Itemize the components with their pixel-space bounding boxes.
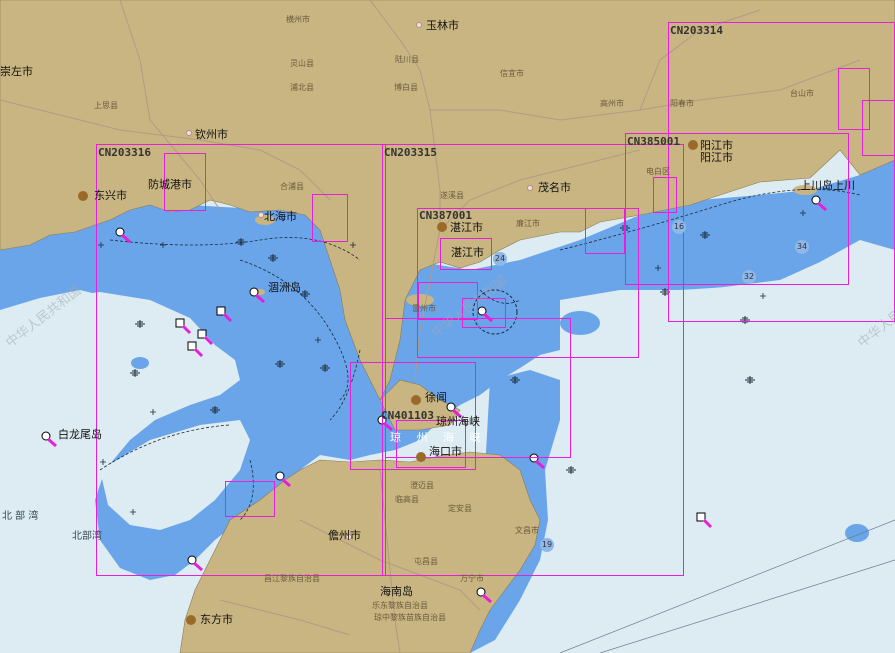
town-dot [416, 22, 422, 28]
depth-marker: 19 [540, 538, 554, 552]
city-dot-yangjiang [688, 140, 698, 150]
town-label: 横州市 [286, 15, 310, 24]
island-label-shangchuan: 上川岛上川 [800, 179, 855, 192]
depth-marker: 16 [672, 220, 686, 234]
chart-frame-small-3[interactable] [225, 481, 275, 517]
chart-frame-small-4[interactable] [585, 208, 625, 254]
city-label-beihai: 北海市 [264, 210, 297, 223]
depth-marker: 32 [742, 270, 756, 284]
town-label: 万宁市 [460, 574, 484, 583]
town-label: 临高县 [395, 495, 419, 504]
town-label: 廉江市 [516, 219, 540, 228]
town-dot [186, 130, 192, 136]
city-label-maoming: 茂名市 [538, 181, 571, 194]
town-label: 乐东黎族自治县 [372, 601, 428, 610]
sea-label-qiongzhou-strait: 琼州海峡 [436, 415, 480, 428]
depth-marker: 24 [493, 252, 507, 266]
town-label: 博白县 [394, 83, 418, 92]
nautical-chart-map[interactable]: CN203316 CN203315 CN387001 CN385001 CN20… [0, 0, 895, 653]
town-dot [527, 185, 533, 191]
town-label: 琼中黎族苗族自治县 [374, 613, 446, 622]
chart-id-cn203314: CN203314 [670, 24, 723, 37]
chart-frame-small-2[interactable] [312, 194, 348, 242]
city-label-dongxing: 东兴市 [94, 189, 127, 202]
town-label: 浦北县 [290, 83, 314, 92]
chart-id-cn387001: CN387001 [419, 209, 472, 222]
shoal-2 [845, 524, 869, 542]
city-dot-haikou [416, 452, 426, 462]
chart-id-cn203316: CN203316 [98, 146, 151, 159]
city-label-yangjiang: 阳江市 [700, 139, 733, 152]
town-label: 高州市 [600, 99, 624, 108]
city-label-xuwen: 徐闻 [425, 391, 447, 404]
sea-label-beibu-gulf: 北部湾 [72, 531, 102, 542]
town-label: 上思县 [94, 101, 118, 110]
city-label-yulin: 玉林市 [426, 19, 459, 32]
town-label: 台山市 [790, 89, 814, 98]
chart-frame-small-12[interactable] [862, 100, 895, 156]
chart-id-cn203315: CN203315 [384, 146, 437, 159]
sea-label-strait-spaced: 琼 州 海 峡 [390, 431, 487, 444]
city-label-danzhou: 儋州市 [328, 529, 361, 542]
city-label-hainan: 海南岛 [380, 585, 413, 598]
city-dot-dongfang [186, 615, 196, 625]
island-label-weizhou: 涸洲岛 [268, 281, 301, 294]
city-label-zhanjiang: 湛江市 [450, 221, 483, 234]
chart-id-cn385001: CN385001 [627, 135, 680, 148]
city-label-fangchenggang: 防城港市 [148, 178, 192, 191]
city-dot-dongxing [78, 191, 88, 201]
town-label: 合浦县 [280, 182, 304, 191]
town-label: 电白区 [646, 167, 670, 176]
town-label: 信宜市 [500, 69, 524, 78]
town-label: 昌江黎族自治县 [264, 574, 320, 583]
sea-label-beibu-gulf-spaced: 北 部 湾 [2, 511, 39, 522]
city-label-dongfang: 东方市 [200, 613, 233, 626]
town-label: 遂溪县 [440, 191, 464, 200]
town-label: 阳春市 [670, 99, 694, 108]
island-label-bailongwei: 白龙尾岛 [58, 428, 102, 441]
town-label: 屯昌县 [414, 557, 438, 566]
chart-frame-cn203314[interactable] [668, 22, 895, 322]
town-label: 雷州市 [412, 304, 436, 313]
city-dot-zhanjiang [437, 222, 447, 232]
city-label-chongzuo: 崇左市 [0, 65, 33, 78]
depth-marker: 34 [795, 240, 809, 254]
town-label: 定安县 [448, 504, 472, 513]
chart-id-cn401103: CN401103 [381, 409, 434, 422]
city-label-haikou: 海口市 [429, 445, 462, 458]
town-label: 文昌市 [515, 526, 539, 535]
town-label: 澄迈县 [410, 481, 434, 490]
city-label-yangjiang-2: 阳江市 [700, 151, 733, 164]
chart-frame-small-5[interactable] [653, 177, 677, 213]
city-dot-xuwen [411, 395, 421, 405]
town-label: 陆川县 [395, 55, 419, 64]
city-label-qinzhou: 钦州市 [195, 128, 228, 141]
city-label-zhanjiang-2: 湛江市 [451, 246, 484, 259]
town-label: 灵山县 [290, 59, 314, 68]
